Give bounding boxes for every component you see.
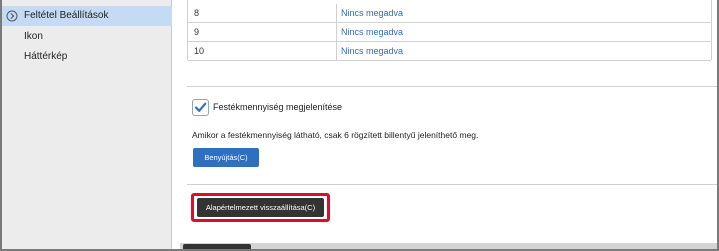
sidebar: Feltétel Beállítások Ikon Háttérkép — [2, 0, 172, 249]
column-divider — [336, 23, 337, 42]
row-number: 10 — [194, 46, 205, 56]
sidebar-item-ikon[interactable]: Ikon — [2, 27, 172, 47]
table-row: 8 Nincs megadva — [188, 4, 711, 23]
row-value-link[interactable]: Nincs megadva — [341, 4, 403, 23]
column-divider — [336, 42, 337, 61]
bottom-toolbar — [180, 243, 717, 249]
info-note: Amikor a festékmennyiség látható, csak 6… — [192, 130, 479, 140]
row-number: 8 — [194, 8, 200, 18]
row-value-link[interactable]: Nincs megadva — [341, 23, 403, 42]
main-panel: 8 Nincs megadva 9 Nincs megadva 10 Nincs… — [173, 0, 717, 249]
sidebar-item-label: Feltétel Beállítások — [24, 10, 109, 21]
reset-defaults-button[interactable]: Alapértelmezett visszaállítása(C) — [197, 198, 324, 217]
table-row: 10 Nincs megadva — [188, 42, 711, 61]
row-value-link[interactable]: Nincs megadva — [341, 42, 403, 61]
column-divider — [336, 4, 337, 23]
toner-display-checkbox[interactable] — [192, 99, 209, 116]
section-divider — [187, 184, 717, 185]
submit-button[interactable]: Benyújtás(C) — [193, 148, 259, 167]
section-divider — [187, 86, 717, 87]
key-table: 8 Nincs megadva 9 Nincs megadva 10 Nincs… — [187, 0, 712, 61]
bottom-button[interactable] — [183, 244, 251, 249]
sidebar-item-hatterkep[interactable]: Háttérkép — [2, 47, 172, 67]
sidebar-item-feltetel-beallitasok[interactable]: Feltétel Beállítások — [2, 6, 172, 26]
row-number: 9 — [194, 27, 200, 37]
sidebar-item-label: Ikon — [24, 31, 43, 42]
table-row: 9 Nincs megadva — [188, 23, 711, 42]
sidebar-item-label: Háttérkép — [24, 51, 68, 62]
chevron-right-circle-icon — [6, 10, 18, 22]
toner-display-label: Festékmennyiség megjelenítése — [213, 102, 343, 112]
